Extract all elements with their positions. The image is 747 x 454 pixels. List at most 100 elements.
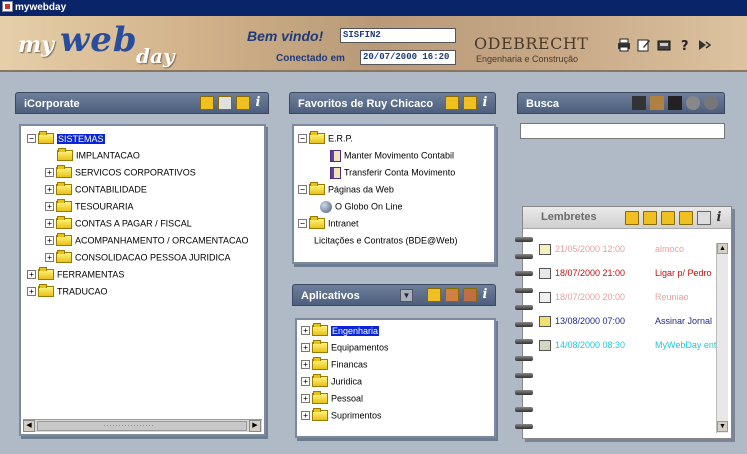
edit-icon[interactable] bbox=[637, 38, 651, 52]
expand-toggle-icon[interactable]: + bbox=[27, 287, 36, 297]
new-folder-icon[interactable] bbox=[427, 288, 441, 302]
app-item[interactable]: + Pessoal bbox=[301, 390, 363, 406]
printer-icon[interactable] bbox=[617, 38, 631, 52]
company-subtitle: Engenharia e Construção bbox=[476, 54, 579, 64]
tree-item-label: CONTABILIDADE bbox=[75, 184, 147, 195]
reminder-item[interactable]: 14/08/2000 08:30 MyWebDay entra bbox=[539, 337, 724, 353]
note-icon bbox=[539, 316, 551, 328]
new-folder-icon[interactable] bbox=[445, 96, 459, 110]
expand-toggle-icon[interactable]: + bbox=[45, 168, 54, 178]
tree-item[interactable]: IMPLANTACAO bbox=[45, 147, 140, 163]
connected-datetime-field: 20/07/2000 16:20 bbox=[360, 50, 456, 65]
web-page-icon bbox=[320, 200, 332, 213]
folder-icon bbox=[312, 323, 328, 337]
list-icon[interactable] bbox=[218, 96, 232, 110]
icorporate-hscroll[interactable]: ◀ ▶ bbox=[23, 419, 262, 432]
check-reminder-icon[interactable] bbox=[679, 211, 693, 225]
favorite-item[interactable]: O Globo On Line bbox=[320, 198, 403, 214]
reminder-item[interactable]: 18/07/2000 20:00 Reuniao bbox=[539, 289, 689, 305]
scroll-right-button[interactable]: ▶ bbox=[249, 420, 261, 432]
exit-icon[interactable] bbox=[697, 38, 711, 52]
favorite-item-label: Páginas da Web bbox=[328, 184, 394, 195]
web-search-icon[interactable] bbox=[686, 96, 700, 110]
open-reminder-icon[interactable] bbox=[661, 211, 675, 225]
app-item[interactable]: + Financas bbox=[301, 356, 368, 372]
busca-title: Busca bbox=[526, 98, 560, 110]
expand-toggle-icon[interactable]: + bbox=[45, 253, 54, 263]
search-input[interactable] bbox=[520, 123, 725, 139]
info-icon[interactable]: i bbox=[481, 96, 489, 110]
info-icon[interactable]: i bbox=[481, 288, 489, 302]
scroll-down-button[interactable]: ▼ bbox=[717, 421, 728, 432]
tree-item[interactable]: − SISTEMAS bbox=[27, 130, 105, 146]
tools-icon[interactable] bbox=[657, 38, 671, 52]
expand-toggle-icon[interactable]: + bbox=[45, 202, 54, 212]
favorite-item[interactable]: − Páginas da Web bbox=[298, 181, 394, 197]
dropdown-arrow-icon[interactable]: ▼ bbox=[400, 289, 413, 302]
expand-toggle-icon[interactable]: − bbox=[298, 185, 307, 195]
aplicativos-title: Aplicativos bbox=[301, 290, 360, 302]
expand-toggle-icon[interactable]: + bbox=[27, 270, 36, 280]
reminder-item[interactable]: 13/08/2000 07:00 Assinar Jornal bbox=[539, 313, 712, 329]
add-app-icon[interactable] bbox=[445, 288, 459, 302]
favorite-item[interactable]: − Intranet bbox=[298, 215, 359, 231]
expand-toggle-icon[interactable]: + bbox=[45, 219, 54, 229]
window-title-bar: mywebday bbox=[0, 0, 747, 16]
expand-toggle-icon[interactable]: − bbox=[298, 134, 307, 144]
erp-search-icon[interactable] bbox=[668, 96, 682, 110]
app-item[interactable]: + Juridica bbox=[301, 373, 362, 389]
expand-toggle-icon[interactable]: + bbox=[301, 343, 310, 353]
folder-icon[interactable] bbox=[236, 96, 250, 110]
notebook-ring bbox=[515, 271, 533, 276]
tree-item[interactable]: + CONSOLIDACAO PESSOA JURIDICA bbox=[45, 249, 231, 265]
expand-toggle-icon[interactable]: + bbox=[301, 360, 310, 370]
favorite-item[interactable]: Manter Movimento Contabil bbox=[330, 147, 454, 163]
lembretes-vscroll[interactable]: ▲ ▼ bbox=[716, 243, 728, 433]
help-icon[interactable]: ? bbox=[678, 38, 692, 52]
scroll-up-button[interactable]: ▲ bbox=[717, 243, 728, 254]
folder-icon bbox=[38, 131, 54, 145]
app-item[interactable]: + Engenharia bbox=[301, 322, 380, 338]
info-icon[interactable]: i bbox=[254, 96, 262, 110]
tree-item[interactable]: + FERRAMENTAS bbox=[27, 266, 124, 282]
tree-item[interactable]: + CONTAS A PAGAR / FISCAL bbox=[45, 215, 192, 231]
reminder-item[interactable]: 18/07/2000 21:00 Ligar p/ Pedro bbox=[539, 265, 712, 281]
tree-item[interactable]: + TRADUCAO bbox=[27, 283, 108, 299]
app-item[interactable]: + Equipamentos bbox=[301, 339, 389, 355]
expand-toggle-icon[interactable]: + bbox=[301, 394, 310, 404]
remove-app-icon[interactable] bbox=[463, 288, 477, 302]
new-folder-icon[interactable] bbox=[200, 96, 214, 110]
expand-toggle-icon[interactable]: + bbox=[45, 236, 54, 246]
app-item[interactable]: + Suprimentos bbox=[301, 407, 382, 423]
folder-icon bbox=[56, 182, 72, 196]
favorite-item[interactable]: − E.R.P. bbox=[298, 130, 353, 146]
expand-toggle-icon[interactable]: − bbox=[298, 219, 307, 229]
new-reminder-icon[interactable] bbox=[625, 211, 639, 225]
scroll-left-button[interactable]: ◀ bbox=[23, 420, 35, 432]
favorite-item[interactable]: Transferir Conta Movimento bbox=[330, 164, 455, 180]
icorporate-header: iCorporate i bbox=[15, 92, 269, 114]
edit-reminder-icon[interactable] bbox=[643, 211, 657, 225]
tree-item[interactable]: + TESOURARIA bbox=[45, 198, 134, 214]
notebook-ring bbox=[515, 390, 533, 395]
tree-item[interactable]: + CONTABILIDADE bbox=[45, 181, 147, 197]
favorite-item-label: Manter Movimento Contabil bbox=[344, 150, 455, 161]
tree-item[interactable]: + SERVICOS CORPORATIVOS bbox=[45, 164, 196, 180]
mywebday-logo: my web day bbox=[18, 20, 178, 68]
expand-toggle-icon[interactable]: + bbox=[301, 411, 310, 421]
expand-toggle-icon[interactable]: + bbox=[45, 185, 54, 195]
search-option-icon[interactable] bbox=[632, 96, 646, 110]
window-title: mywebday bbox=[15, 2, 67, 13]
tree-item-label: FERRAMENTAS bbox=[57, 269, 125, 280]
info-icon[interactable]: i bbox=[715, 211, 723, 225]
expand-toggle-icon[interactable]: + bbox=[301, 326, 310, 336]
copy-reminder-icon[interactable] bbox=[697, 211, 711, 225]
expand-toggle-icon[interactable]: + bbox=[301, 377, 310, 387]
tree-item[interactable]: + ACOMPANHAMENTO / ORCAMENTACAO bbox=[45, 232, 249, 248]
favorite-item[interactable]: Licitações e Contratos (BDE@Web) bbox=[314, 232, 458, 248]
folder-icon[interactable] bbox=[463, 96, 477, 110]
magnifier-icon[interactable] bbox=[704, 96, 718, 110]
reminder-item[interactable]: 21/05/2000 12:00 almoco bbox=[539, 241, 684, 257]
book-search-icon[interactable] bbox=[650, 96, 664, 110]
expand-toggle-icon[interactable]: − bbox=[27, 134, 36, 144]
